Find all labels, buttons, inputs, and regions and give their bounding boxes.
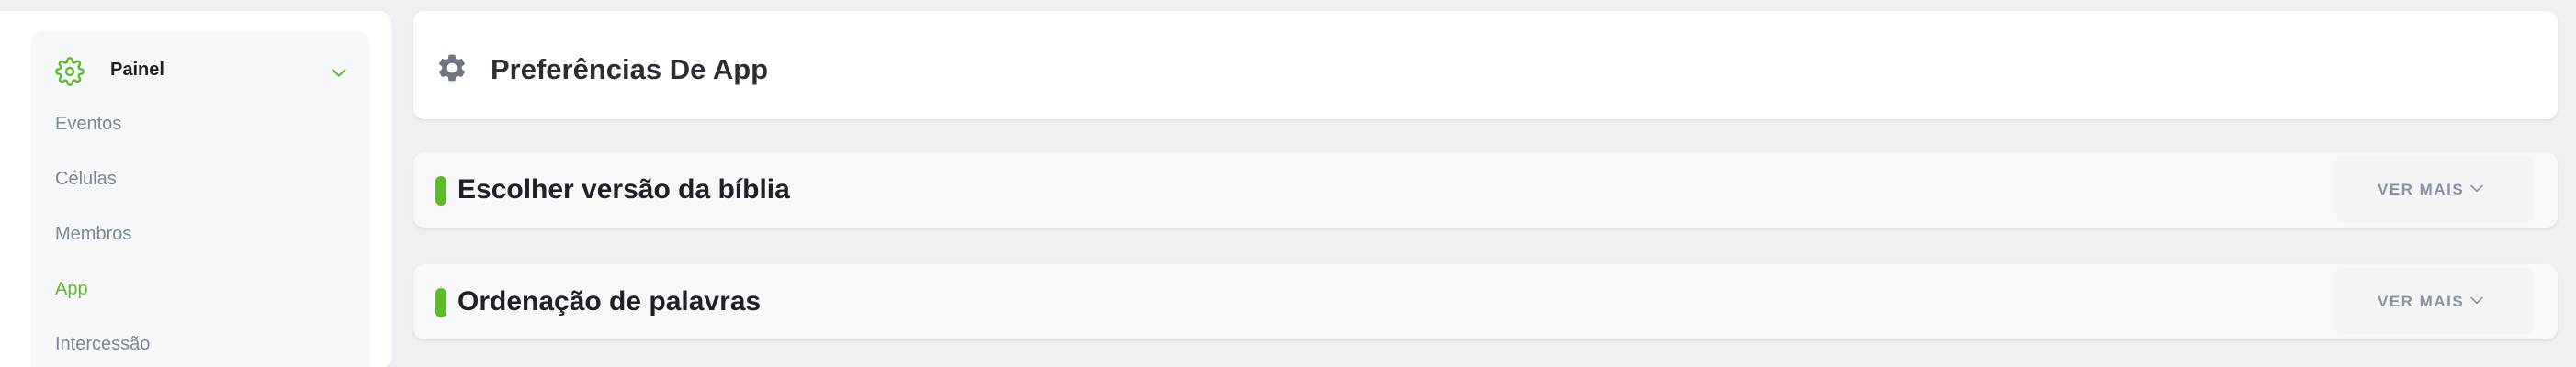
see-more-button[interactable]: VER MAIS: [2335, 156, 2534, 222]
section-bible-version: Escolher versão da bíblia VER MAIS: [413, 152, 2558, 228]
see-more-label: VER MAIS: [2378, 293, 2465, 310]
section-accent-bar: [435, 288, 446, 317]
chevron-down-icon: [2468, 291, 2486, 309]
section-title: Ordenação de palavras: [458, 286, 762, 317]
sidebar-item-app[interactable]: App: [55, 279, 88, 300]
chevron-down-icon[interactable]: [329, 62, 349, 83]
gear-icon: [55, 57, 85, 86]
section-accent-bar: [435, 176, 446, 206]
sidebar-item-eventos[interactable]: Eventos: [55, 114, 121, 135]
gear-icon: [435, 51, 469, 84]
page-header-card: Preferências De App: [413, 11, 2558, 119]
see-more-label: VER MAIS: [2378, 181, 2465, 198]
sidebar-item-celulas[interactable]: Células: [55, 169, 117, 190]
see-more-button[interactable]: VER MAIS: [2335, 268, 2534, 334]
sidebar-item-membros[interactable]: Membros: [55, 224, 131, 245]
sidebar: Painel Eventos Células Membros App Inter…: [0, 11, 391, 367]
section-word-ordering: Ordenação de palavras VER MAIS: [413, 264, 2558, 339]
chevron-down-icon: [2468, 179, 2486, 197]
sidebar-menu-group: Painel Eventos Células Membros App Inter…: [31, 31, 369, 367]
section-title: Escolher versão da bíblia: [458, 174, 790, 205]
sidebar-item-intercessao[interactable]: Intercessão: [55, 334, 150, 355]
sidebar-group-title: Painel: [110, 60, 164, 80]
page-title: Preferências De App: [491, 53, 769, 85]
sidebar-group-painel[interactable]: Painel: [31, 46, 369, 97]
